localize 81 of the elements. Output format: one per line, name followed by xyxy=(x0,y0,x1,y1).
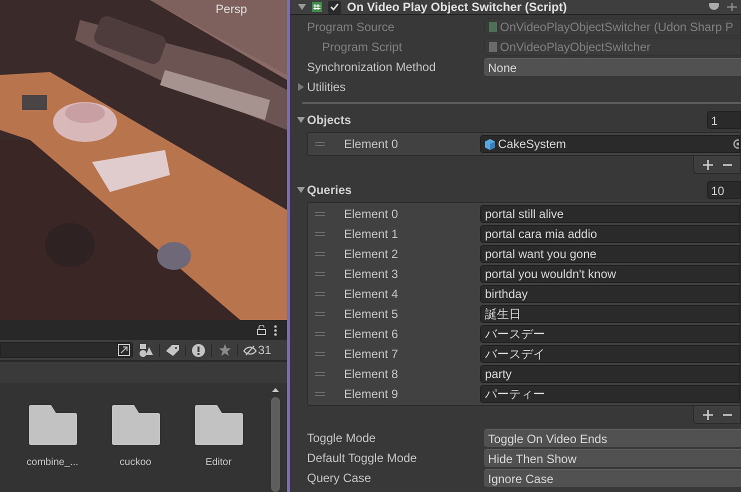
foldout-label[interactable]: Objects xyxy=(307,111,352,129)
camera-label[interactable]: Persp xyxy=(216,0,247,18)
asset-icon xyxy=(489,22,497,32)
drag-handle-icon[interactable] xyxy=(315,232,325,236)
text-field[interactable]: パーティー xyxy=(480,385,740,403)
component-title: On Video Play Object Switcher (Script) xyxy=(347,0,567,14)
element-label: Element 4 xyxy=(343,286,400,303)
drag-handle-icon[interactable] xyxy=(315,332,325,336)
element-label: Element 0 xyxy=(343,136,400,153)
shapes-icon[interactable] xyxy=(139,344,153,356)
tag-icon[interactable] xyxy=(166,344,179,356)
script-icon xyxy=(312,2,322,12)
text-field[interactable]: portal still alive xyxy=(480,205,740,223)
foldout-label[interactable]: Queries xyxy=(307,181,352,199)
text-field[interactable]: portal want you gone xyxy=(480,245,740,263)
folder-icon[interactable] xyxy=(194,405,242,445)
folder-name[interactable]: combine_... xyxy=(26,455,78,470)
field-label: Toggle Mode xyxy=(306,430,377,447)
add-icon[interactable] xyxy=(703,410,713,420)
field-label: Program Script xyxy=(321,39,404,56)
search-field[interactable] xyxy=(0,342,133,358)
text-field[interactable]: 誕生日 xyxy=(480,305,740,323)
hidden-eye-icon[interactable] xyxy=(243,344,257,356)
element-label: Element 8 xyxy=(343,366,400,383)
drag-handle-icon[interactable] xyxy=(315,142,325,146)
drag-handle-icon[interactable] xyxy=(315,312,325,316)
drag-handle-icon[interactable] xyxy=(315,292,325,296)
expanded-arrow-icon[interactable] xyxy=(296,117,304,123)
count-field[interactable]: 10 xyxy=(707,181,741,199)
popout-icon[interactable] xyxy=(118,344,130,356)
warning-icon[interactable] xyxy=(192,344,205,356)
dropdown[interactable]: None xyxy=(484,58,741,76)
text-field[interactable]: party xyxy=(480,365,740,383)
element-label: Element 5 xyxy=(343,306,400,323)
folder-icon[interactable] xyxy=(112,405,160,445)
scroll-up-icon[interactable] xyxy=(272,388,279,392)
drag-handle-icon[interactable] xyxy=(315,272,325,276)
script-file-icon xyxy=(489,42,497,52)
foldout-arrow-icon[interactable] xyxy=(298,4,306,10)
scrollbar-thumb[interactable] xyxy=(271,397,280,492)
dropdown[interactable]: Hide Then Show xyxy=(484,449,741,467)
enabled-checkbox[interactable] xyxy=(328,0,341,14)
object-field: OnVideoPlayObjectSwitcher (Udon Sharp P xyxy=(484,18,741,36)
hidden-count: 31 xyxy=(258,342,272,359)
add-icon[interactable] xyxy=(703,160,713,170)
dropdown[interactable]: Ignore Case xyxy=(484,469,741,487)
folder-name[interactable]: Editor xyxy=(205,455,232,470)
element-label: Element 7 xyxy=(343,346,400,363)
foldout-label[interactable]: Utilities xyxy=(307,78,346,96)
more-icon[interactable] xyxy=(274,324,277,336)
text-field[interactable]: portal you wouldn't know xyxy=(480,265,740,283)
element-label: Element 0 xyxy=(343,206,400,223)
drag-handle-icon[interactable] xyxy=(315,352,325,356)
count-field[interactable]: 1 xyxy=(707,111,741,129)
star-icon[interactable] xyxy=(218,344,230,356)
cube-icon xyxy=(485,138,495,150)
expanded-arrow-icon[interactable] xyxy=(296,187,304,193)
element-label: Element 1 xyxy=(343,226,400,243)
object-field[interactable]: CakeSystem xyxy=(480,135,740,153)
element-label: Element 3 xyxy=(343,266,400,283)
lock-icon[interactable] xyxy=(257,325,266,335)
drag-handle-icon[interactable] xyxy=(315,392,325,396)
drag-handle-icon[interactable] xyxy=(315,212,325,216)
field-label: Program Source xyxy=(306,19,396,36)
text-field[interactable]: バースデイ xyxy=(480,345,740,363)
collapsed-arrow-icon[interactable] xyxy=(298,83,304,91)
drag-handle-icon[interactable] xyxy=(315,252,325,256)
element-label: Element 2 xyxy=(343,246,400,263)
text-field[interactable]: birthday xyxy=(480,285,740,303)
drag-handle-icon[interactable] xyxy=(315,372,325,376)
field-label: Query Case xyxy=(306,470,372,487)
folder-icon[interactable] xyxy=(28,405,76,445)
dropdown[interactable]: Toggle On Video Ends xyxy=(484,429,741,447)
text-field[interactable]: バースデー xyxy=(480,325,740,343)
element-label: Element 9 xyxy=(343,386,400,403)
field-label: Default Toggle Mode xyxy=(306,450,418,467)
folder-name[interactable]: cuckoo xyxy=(120,455,152,470)
object-field: OnVideoPlayObjectSwitcher xyxy=(484,38,741,56)
text-field[interactable]: portal cara mia addio xyxy=(480,225,740,243)
element-label: Element 6 xyxy=(343,326,400,343)
field-label: Synchronization Method xyxy=(306,59,437,76)
